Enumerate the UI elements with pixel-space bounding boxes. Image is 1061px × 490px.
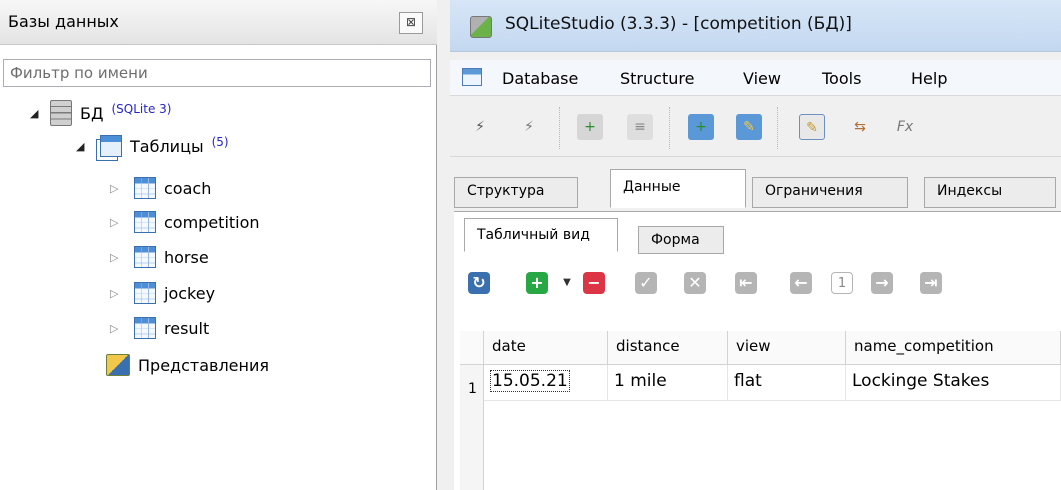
tree-table-competition[interactable]: ▷ competition — [110, 206, 260, 238]
window-menu-icon[interactable] — [462, 68, 482, 86]
data-tab-content: Табличный вид Форма ↻ + ▼ − ✓ ✕ ⇤ ← 1 → … — [454, 211, 1061, 490]
tables-folder-icon — [100, 135, 122, 157]
last-page-icon[interactable]: ⇥ — [920, 272, 942, 294]
main-toolbar: ⚡ ⚡ + ≡ + ✎ ✎ ⇆ Fx — [450, 97, 1061, 157]
delete-row-icon[interactable]: − — [583, 272, 605, 294]
menu-view[interactable]: View — [743, 69, 781, 88]
page-number-field[interactable]: 1 — [831, 272, 853, 294]
db-type: (SQLite 3) — [111, 102, 172, 116]
tab-structure[interactable]: Структура — [454, 177, 578, 208]
databases-panel: Базы данных ⊠ Фильтр по имени ◢ БД (SQLi… — [0, 0, 437, 490]
title-bar: SQLiteStudio (3.3.3) - [competition (БД)… — [450, 0, 1061, 52]
table-cell[interactable]: Lockinge Stakes — [846, 365, 1061, 401]
functions-icon[interactable]: Fx — [892, 114, 918, 140]
collapse-arrow-icon[interactable]: ▷ — [110, 216, 124, 229]
new-table-icon[interactable]: + — [688, 114, 714, 140]
first-page-icon[interactable]: ⇤ — [735, 272, 757, 294]
table-name: jockey — [164, 283, 216, 303]
tab-indexes[interactable]: Индексы — [924, 177, 1056, 208]
views-icon — [106, 354, 130, 376]
tab-constraints[interactable]: Ограничения — [752, 177, 908, 208]
table-icon — [134, 282, 156, 304]
menu-help[interactable]: Help — [911, 69, 947, 88]
commit-icon[interactable]: ✓ — [635, 272, 657, 294]
table-name: horse — [164, 247, 209, 267]
import-icon[interactable]: ⇆ — [847, 114, 873, 140]
table-icon — [134, 246, 156, 268]
collapse-arrow-icon[interactable]: ▷ — [110, 322, 124, 335]
databases-panel-header: Базы данных ⊠ — [0, 0, 437, 45]
tree-table-jockey[interactable]: ▷ jockey — [110, 277, 215, 309]
tab-data[interactable]: Данные — [610, 169, 746, 208]
table-name: competition — [164, 212, 260, 232]
tables-count: (5) — [211, 135, 229, 149]
database-icon — [50, 100, 72, 126]
collapse-arrow-icon[interactable]: ▷ — [110, 287, 124, 300]
rollback-icon[interactable]: ✕ — [684, 272, 706, 294]
data-grid: date distance view name_competition 1 15… — [460, 323, 1061, 490]
tree-table-result[interactable]: ▷ result — [110, 312, 209, 344]
expand-arrow-icon[interactable]: ◢ — [76, 140, 90, 153]
previous-page-icon[interactable]: ← — [790, 272, 812, 294]
tree-db-node[interactable]: ◢ БД (SQLite 3) — [30, 97, 171, 129]
collapse-arrow-icon[interactable]: ▷ — [110, 251, 124, 264]
table-name: result — [164, 318, 210, 338]
window-title: SQLiteStudio (3.3.3) - [competition (БД)… — [505, 14, 852, 34]
table-cell[interactable]: 15.05.21 — [484, 365, 608, 401]
menu-tools[interactable]: Tools — [822, 69, 861, 88]
menu-database[interactable]: Database — [502, 69, 578, 88]
column-header-name-competition[interactable]: name_competition — [846, 331, 1061, 365]
column-header-date[interactable]: date — [484, 331, 608, 365]
subtab-form[interactable]: Форма — [638, 226, 724, 254]
editor-tabs: Структура Данные Ограничения Индексы — [450, 167, 1061, 211]
expand-arrow-icon[interactable]: ◢ — [30, 107, 44, 120]
tree-tables-node[interactable]: ◢ Таблицы (5) — [76, 130, 229, 162]
table-cell[interactable]: flat — [728, 365, 846, 401]
column-header-view[interactable]: view — [728, 331, 846, 365]
table-name: coach — [164, 178, 212, 198]
table-cell[interactable]: 1 mile — [608, 365, 728, 401]
add-db-icon[interactable]: + — [577, 114, 603, 140]
tables-label: Таблицы — [130, 136, 204, 156]
column-header-distance[interactable]: distance — [608, 331, 728, 365]
filter-input[interactable]: Фильтр по имени — [3, 59, 431, 87]
tree-table-coach[interactable]: ▷ coach — [110, 172, 211, 204]
close-panel-icon[interactable]: ⊠ — [399, 12, 423, 34]
edit-db-icon[interactable]: ≡ — [627, 114, 653, 140]
databases-panel-title: Базы данных — [8, 12, 119, 31]
cell-value-date: 15.05.21 — [490, 370, 570, 392]
menu-bar: Database Structure View Tools Help — [450, 60, 1061, 96]
corner-header — [460, 331, 484, 365]
tree-views-node[interactable]: Представления — [106, 349, 269, 381]
views-label: Представления — [138, 355, 269, 375]
collapse-arrow-icon[interactable]: ▷ — [110, 182, 124, 195]
app-icon — [470, 16, 492, 38]
disconnect-db-icon[interactable]: ⚡ — [516, 114, 542, 140]
table-icon — [134, 317, 156, 339]
refresh-icon[interactable]: ↻ — [468, 272, 490, 294]
table-icon — [134, 177, 156, 199]
edit-table-icon[interactable]: ✎ — [736, 114, 762, 140]
tree-table-horse[interactable]: ▷ horse — [110, 241, 209, 273]
subtab-grid-view[interactable]: Табличный вид — [464, 218, 618, 252]
row-number[interactable]: 1 — [460, 365, 484, 490]
table-icon — [134, 211, 156, 233]
main-window: SQLiteStudio (3.3.3) - [competition (БД)… — [450, 0, 1061, 490]
dropdown-arrow-icon[interactable]: ▼ — [556, 272, 578, 294]
add-row-icon[interactable]: + — [526, 272, 548, 294]
sql-editor-icon[interactable]: ✎ — [799, 114, 825, 140]
menu-structure[interactable]: Structure — [620, 69, 694, 88]
next-page-icon[interactable]: → — [871, 272, 893, 294]
connect-db-icon[interactable]: ⚡ — [467, 114, 493, 140]
db-name: БД — [80, 103, 104, 123]
